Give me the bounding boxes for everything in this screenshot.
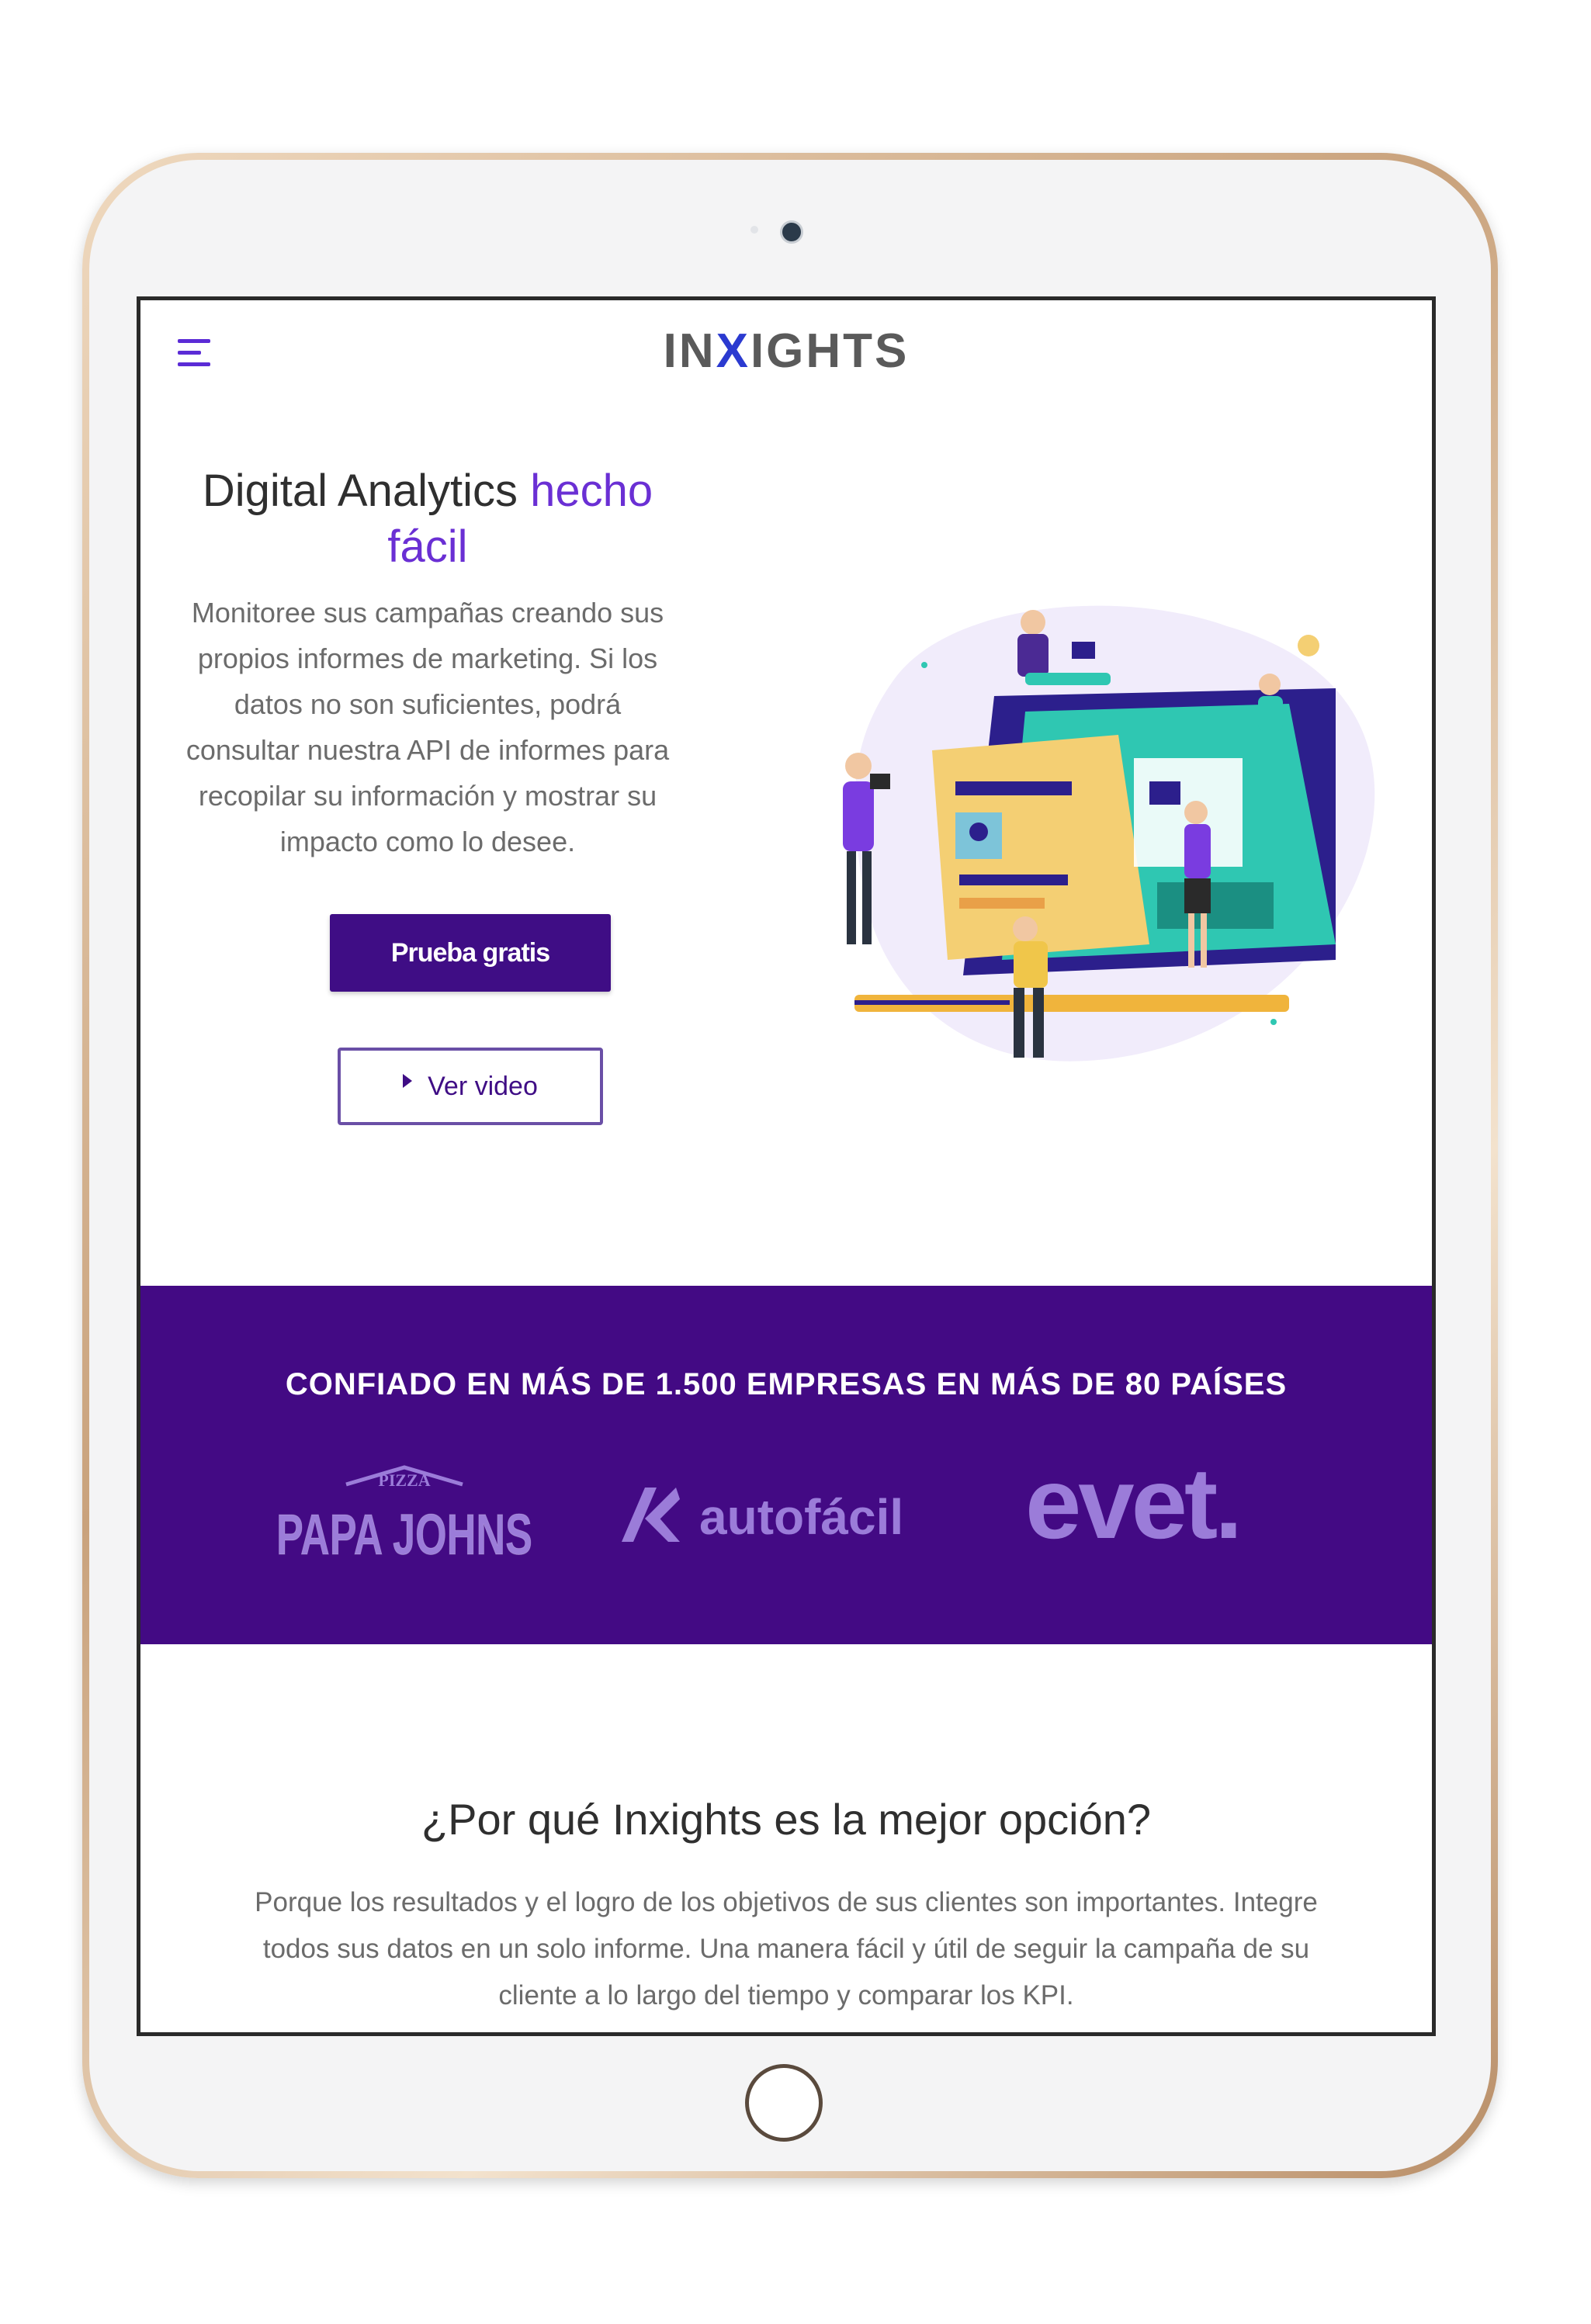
why-title: ¿Por qué Inxights es la mejor opción? (421, 1795, 1152, 1844)
free-trial-button[interactable]: Prueba gratis (330, 914, 611, 992)
analytics-illustration (843, 605, 1375, 1062)
free-trial-label: Prueba gratis (390, 937, 550, 968)
why-description: Porque los resultados y el logro de los … (255, 1887, 1318, 2011)
svg-text:PAPA JOHNS: PAPA JOHNS (276, 1502, 532, 1567)
tablet-screen: INXIGHTS Digital Analytics hecho fácil M… (137, 296, 1436, 2036)
watch-video-label: Ver video (428, 1071, 538, 1101)
hero-title: Digital Analytics hecho fácil (202, 466, 653, 572)
hero-description: Monitoree sus campañas creando sus propi… (185, 597, 670, 857)
sensor-dot (750, 226, 758, 234)
trust-band: CONFIADO EN MÁS DE 1.500 EMPRESAS EN MÁS… (140, 1286, 1432, 1644)
autofacil-mark-icon (622, 1488, 680, 1542)
play-icon (403, 1074, 413, 1088)
evet-logo: evet. (1025, 1446, 1243, 1560)
autofacil-wordmark: autofácil (699, 1489, 904, 1545)
svg-text:PIZZA: PIZZA (378, 1470, 430, 1490)
trust-title: CONFIADO EN MÁS DE 1.500 EMPRESAS EN MÁS… (285, 1367, 1288, 1401)
home-button[interactable] (745, 2064, 823, 2142)
autofacil-logo: autofácil (614, 1480, 955, 1557)
papa-johns-logo: PIZZA PAPA JOHNS (276, 1465, 533, 1567)
web-page: INXIGHTS Digital Analytics hecho fácil M… (140, 300, 1432, 2032)
watch-video-button[interactable]: Ver video (338, 1048, 603, 1125)
brand-logo[interactable]: INXIGHTS (140, 324, 1432, 379)
camera-icon (780, 220, 803, 244)
